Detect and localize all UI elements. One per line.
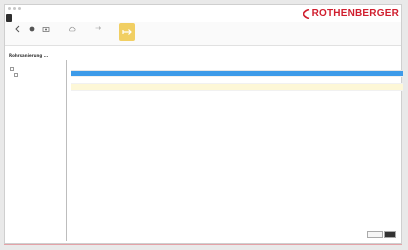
sidebar-toolbar	[9, 60, 61, 65]
table-header	[71, 64, 403, 71]
export-icon	[95, 26, 101, 30]
tree-item[interactable]	[14, 73, 61, 77]
page-button[interactable]	[384, 231, 396, 238]
pane-splitter[interactable]	[66, 60, 67, 241]
app-window: ROTHENBERGER Rohrsanierung ...	[4, 4, 403, 244]
breadcrumb: Rohrsanierung ...	[9, 53, 49, 58]
back-button[interactable]	[13, 25, 23, 39]
brand-name: ROTHENBERGER	[311, 8, 399, 19]
ribbon-tab-2[interactable]	[15, 14, 21, 22]
record-icon	[29, 26, 35, 32]
ribbon-toolbar	[5, 22, 401, 46]
bottom-divider	[4, 244, 402, 245]
folder-icon	[14, 73, 18, 77]
window-controls[interactable]	[8, 7, 21, 10]
back-icon	[15, 25, 20, 33]
table-row[interactable]	[71, 77, 403, 84]
close-window-icon[interactable]	[8, 7, 11, 10]
sidebar	[9, 60, 61, 240]
brand-logo: ROTHENBERGER	[302, 8, 399, 19]
camera-button[interactable]	[41, 25, 51, 39]
data-table	[71, 64, 403, 239]
camera-icon	[42, 27, 50, 32]
cloud-button[interactable]	[67, 25, 77, 39]
sync-icon	[122, 28, 132, 35]
ribbon-tab-3[interactable]	[24, 14, 30, 22]
pagination	[367, 231, 396, 238]
record-button[interactable]	[27, 25, 37, 39]
page-size-select[interactable]	[367, 231, 383, 238]
minimize-window-icon[interactable]	[13, 7, 16, 10]
ribbon-tab-1[interactable]	[6, 14, 12, 22]
cloud-icon	[69, 26, 76, 32]
sync-button[interactable]	[119, 23, 135, 41]
tree-item[interactable]	[10, 67, 61, 71]
maximize-window-icon[interactable]	[18, 7, 21, 10]
folder-icon	[10, 67, 14, 71]
table-row-highlighted[interactable]	[71, 84, 403, 91]
ribbon-tabs	[6, 14, 30, 22]
export-button[interactable]	[93, 25, 103, 39]
brand-mark-icon	[302, 8, 309, 19]
